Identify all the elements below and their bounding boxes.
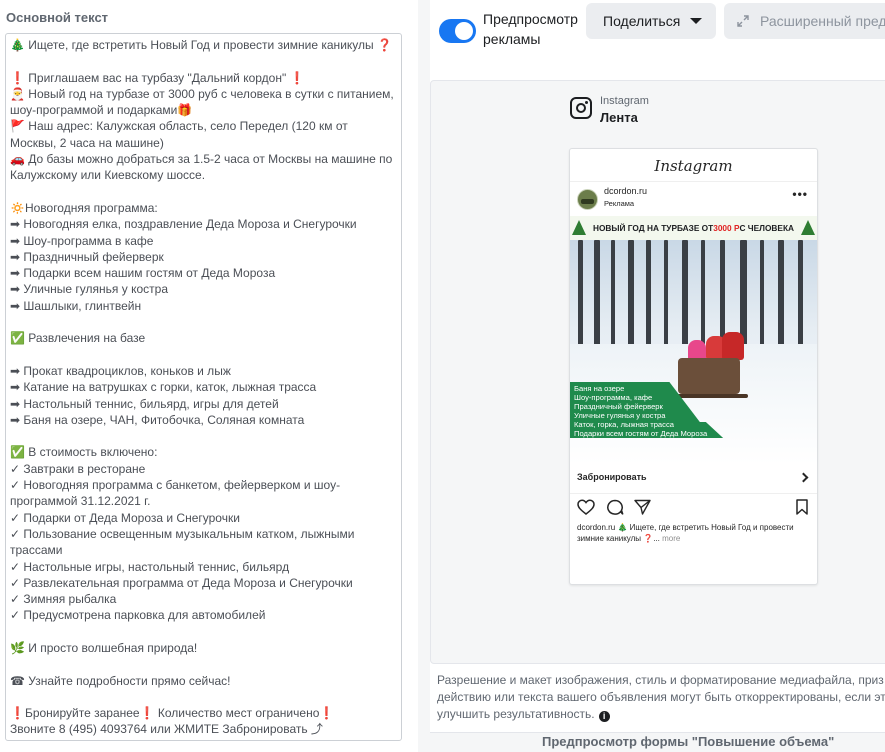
cta-label: Забронировать: [577, 472, 647, 482]
creative-headline-pre: НОВЫЙ ГОД НА ТУРБАЗЕ ОТ: [592, 223, 714, 233]
ad-preview-toggle[interactable]: [439, 19, 476, 43]
instagram-wordmark: Instagram: [654, 157, 733, 175]
form-preview-section: Предпросмотр формы "Повышение объема": [430, 732, 885, 752]
primary-text-section: Основной текст 🎄 Ищете, где встретить Но…: [0, 0, 418, 752]
avatar: [577, 189, 598, 210]
christmas-tree-icon: [801, 220, 815, 235]
disclaimer-line: действию или текста вашего объявления мо…: [437, 690, 885, 704]
instagram-post-preview[interactable]: Instagram dcordon.ru Реклама ••• НОВЫЙ Г…: [569, 148, 818, 585]
heart-icon[interactable]: [577, 499, 595, 516]
post-caption: dcordon.ru 🎄 Ищете, где встретить Новый …: [577, 522, 812, 544]
sponsored-label: Реклама: [604, 199, 635, 208]
share-button-label: Поделиться: [603, 13, 681, 29]
expand-icon: [737, 15, 749, 27]
account-name: dcordon.ru: [604, 186, 648, 196]
primary-text-field[interactable]: 🎄 Ищете, где встретить Новый Год и прове…: [5, 33, 402, 741]
caption-more-link[interactable]: more: [660, 534, 680, 543]
primary-text-label: Основной текст: [6, 10, 109, 25]
ad-preview-panel: Instagram Лента Instagram dcordon.ru Рек…: [430, 80, 885, 664]
creative-headline: НОВЫЙ ГОД НА ТУРБАЗЕ ОТ 3000 Р С ЧЕЛОВЕК…: [570, 216, 817, 240]
header-separator: [570, 181, 817, 182]
ad-preview-toggle-label: Предпросмотр рекламы: [483, 11, 578, 47]
primary-text-content[interactable]: 🎄 Ищете, где встретить Новый Год и прове…: [10, 37, 397, 738]
caret-down-icon: [690, 18, 702, 24]
creative-feature-list: Баня на озере Шоу-программа, кафе Праздн…: [574, 384, 708, 438]
info-icon[interactable]: i: [598, 711, 610, 722]
disclaimer-line: Разрешение и макет изображения, стиль и …: [437, 673, 884, 687]
christmas-tree-icon: [572, 220, 586, 235]
post-actions: [570, 499, 817, 517]
platform-name: Instagram: [600, 95, 649, 107]
toggle-knob: [455, 22, 473, 40]
form-preview-title: Предпросмотр формы "Повышение объема": [542, 734, 835, 749]
creative-headline-price: 3000 Р: [713, 223, 740, 233]
ad-creative-image: НОВЫЙ ГОД НА ТУРБАЗЕ ОТ 3000 Р С ЧЕЛОВЕК…: [570, 216, 817, 462]
caption-account: dcordon.ru: [577, 523, 616, 532]
column-divider: [418, 0, 430, 752]
more-options-icon: •••: [792, 187, 808, 201]
share-icon[interactable]: [634, 499, 651, 515]
placement-name: Лента: [600, 110, 638, 125]
share-button[interactable]: Поделиться: [586, 3, 716, 39]
advanced-preview-button[interactable]: Расширенный пред: [724, 3, 885, 39]
cta-bar[interactable]: Забронировать: [570, 462, 817, 494]
preview-toolbar: Предпросмотр рекламы Поделиться Расширен…: [430, 0, 885, 56]
bookmark-icon[interactable]: [796, 499, 808, 515]
preview-disclaimer: Разрешение и макет изображения, стиль и …: [430, 672, 885, 723]
creative-headline-post: С ЧЕЛОВЕКА: [739, 223, 795, 233]
comment-icon[interactable]: [606, 499, 624, 516]
advanced-preview-label: Расширенный пред: [760, 13, 885, 29]
instagram-icon: [570, 97, 592, 119]
chevron-right-icon: [798, 472, 809, 483]
disclaimer-line: улучшить результативность. i: [437, 706, 885, 723]
